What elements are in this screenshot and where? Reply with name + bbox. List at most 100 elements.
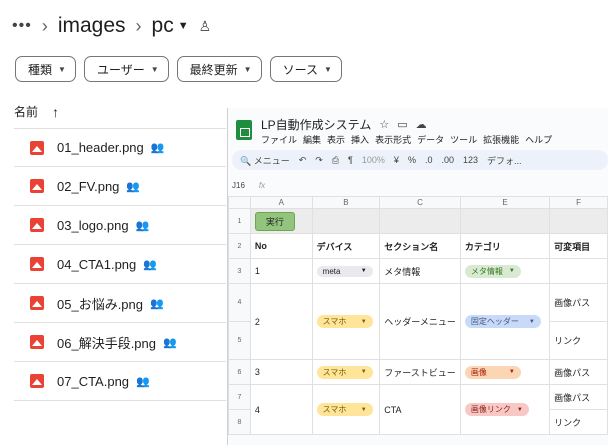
filter-type-chip[interactable]: 種類 ▼ xyxy=(15,56,76,82)
cell[interactable] xyxy=(549,208,608,234)
file-row[interactable]: 04_CTA1.png 👥 xyxy=(14,245,226,284)
cell[interactable]: スマホ ▼ xyxy=(311,283,381,360)
cell[interactable]: 4 xyxy=(249,384,313,435)
currency-button[interactable]: ¥ xyxy=(394,155,399,165)
row-number[interactable]: 1 xyxy=(228,208,251,234)
cell[interactable]: meta ▼ xyxy=(311,258,381,284)
cell[interactable]: 画像パス xyxy=(549,283,608,322)
menu-data[interactable]: データ xyxy=(417,133,444,146)
cell[interactable]: リンク xyxy=(549,409,608,435)
font-select[interactable]: デフォ... xyxy=(487,154,522,167)
cell[interactable] xyxy=(311,208,381,234)
menu-edit[interactable]: 編集 xyxy=(303,133,321,146)
increase-decimal-button[interactable]: .00 xyxy=(441,155,454,165)
header-cell-variable[interactable]: 可変項目 xyxy=(549,233,608,259)
name-column-header[interactable]: 名前 ↑ xyxy=(14,103,59,120)
column-header-a[interactable]: A xyxy=(249,196,313,209)
header-cell-section[interactable]: セクション名 xyxy=(379,233,461,259)
zoom-select[interactable]: 100% xyxy=(362,155,385,165)
name-box[interactable]: J16 xyxy=(232,181,245,190)
cell[interactable]: ファーストビュー xyxy=(379,359,461,385)
breadcrumb-folder-images[interactable]: images xyxy=(58,14,126,38)
cell[interactable] xyxy=(459,208,551,234)
file-row[interactable]: 03_logo.png 👥 xyxy=(14,206,226,245)
category-chip[interactable]: 固定ヘッダー ▼ xyxy=(464,315,541,328)
corner-cell[interactable] xyxy=(228,196,251,209)
cell[interactable]: ヘッダーメニュー xyxy=(379,283,461,360)
run-button[interactable]: 実行 xyxy=(254,211,295,231)
row-number[interactable]: 5 xyxy=(228,321,251,360)
decrease-decimal-button[interactable]: .0 xyxy=(425,155,433,165)
device-chip[interactable]: スマホ ▼ xyxy=(316,365,373,379)
file-row[interactable]: 06_解決手段.png 👥 xyxy=(14,323,226,362)
device-chip[interactable]: meta ▼ xyxy=(316,265,373,277)
cell[interactable]: スマホ ▼ xyxy=(311,359,381,385)
cell[interactable]: メタ情報 ▼ xyxy=(459,258,551,284)
file-row[interactable]: 01_header.png 👥 xyxy=(14,128,226,167)
document-title[interactable]: LP自動作成システム xyxy=(261,116,371,133)
category-chip[interactable]: 画像 ▼ xyxy=(464,365,521,379)
device-chip[interactable]: スマホ ▼ xyxy=(316,315,373,328)
menu-insert[interactable]: 挿入 xyxy=(351,133,369,146)
file-row[interactable]: 05_お悩み.png 👥 xyxy=(14,284,226,323)
undo-icon[interactable]: ↶ xyxy=(299,155,307,166)
caret-down-icon[interactable]: ▼ xyxy=(178,20,189,32)
row-number[interactable]: 8 xyxy=(228,409,251,435)
breadcrumb-folder-pc[interactable]: pc xyxy=(152,14,174,38)
paint-format-icon[interactable]: ¶ xyxy=(348,155,353,165)
print-icon[interactable]: ⎙ xyxy=(332,155,339,166)
image-file-icon xyxy=(30,335,44,349)
cell[interactable]: 固定ヘッダー ▼ xyxy=(459,283,551,360)
device-chip[interactable]: スマホ ▼ xyxy=(316,403,373,416)
category-chip[interactable]: メタ情報 ▼ xyxy=(464,264,521,278)
cell[interactable]: 画像リンク ▼ xyxy=(459,384,551,435)
number-format-button[interactable]: 123 xyxy=(463,155,478,165)
cell[interactable]: スマホ ▼ xyxy=(311,384,381,435)
header-cell-no[interactable]: No xyxy=(249,233,313,259)
menu-extensions[interactable]: 拡張機能 xyxy=(483,133,519,146)
cell[interactable]: 画像パス xyxy=(549,359,608,385)
cell[interactable] xyxy=(549,258,608,284)
cell[interactable]: 実行 xyxy=(249,208,313,234)
header-cell-category[interactable]: カテゴリ xyxy=(459,233,551,259)
row-number[interactable]: 7 xyxy=(228,384,251,410)
more-path-button[interactable]: ••• xyxy=(12,17,32,35)
row-number[interactable]: 4 xyxy=(228,283,251,322)
menu-view[interactable]: 表示 xyxy=(327,133,345,146)
file-row[interactable]: 07_CTA.png 👥 xyxy=(14,362,226,401)
menu-help[interactable]: ヘルプ xyxy=(525,133,552,146)
sort-up-arrow-icon[interactable]: ↑ xyxy=(52,104,59,120)
menu-file[interactable]: ファイル xyxy=(261,133,297,146)
column-header-b[interactable]: B xyxy=(311,196,381,209)
column-header-c[interactable]: C xyxy=(379,196,461,209)
row-number[interactable]: 3 xyxy=(228,258,251,284)
cloud-status-icon[interactable]: ☁ xyxy=(416,118,427,131)
move-folder-icon[interactable]: ▭ xyxy=(397,118,407,131)
column-header-f[interactable]: F xyxy=(549,196,608,209)
cell[interactable]: リンク xyxy=(549,321,608,360)
menu-format[interactable]: 表示形式 xyxy=(375,133,411,146)
redo-icon[interactable]: ↷ xyxy=(315,155,323,166)
file-row[interactable]: 02_FV.png 👥 xyxy=(14,167,226,206)
filter-modified-chip[interactable]: 最終更新 ▼ xyxy=(176,56,262,82)
column-header-e[interactable]: E xyxy=(459,196,551,209)
cell[interactable]: 3 xyxy=(249,359,313,385)
header-cell-device[interactable]: デバイス xyxy=(311,233,381,259)
cell[interactable]: 1 xyxy=(249,258,313,284)
cell[interactable]: 画像 ▼ xyxy=(459,359,551,385)
cell[interactable] xyxy=(379,208,461,234)
row-number[interactable]: 6 xyxy=(228,359,251,385)
percent-button[interactable]: % xyxy=(408,155,416,165)
cell[interactable]: メタ情報 xyxy=(379,258,461,284)
filter-user-chip[interactable]: ユーザー ▼ xyxy=(83,56,169,82)
cell[interactable]: CTA xyxy=(379,384,461,435)
menu-tools[interactable]: ツール xyxy=(450,133,477,146)
cell[interactable]: 画像パス xyxy=(549,384,608,410)
shared-people-icon[interactable]: ♙ xyxy=(199,18,212,35)
row-number[interactable]: 2 xyxy=(228,233,251,259)
cell[interactable]: 2 xyxy=(249,283,313,360)
category-chip[interactable]: 画像リンク ▼ xyxy=(464,403,529,416)
filter-source-chip[interactable]: ソース ▼ xyxy=(269,56,342,82)
menu-search[interactable]: 🔍 メニュー xyxy=(240,154,290,167)
star-icon[interactable]: ☆ xyxy=(379,118,389,131)
